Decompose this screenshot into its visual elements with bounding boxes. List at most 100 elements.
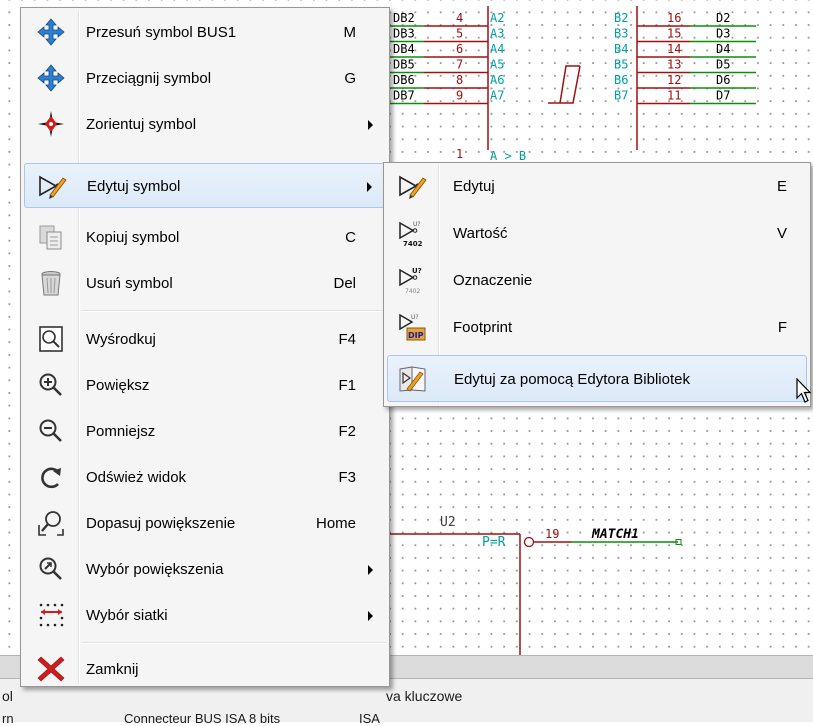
menu-item-label: Zamknij [86, 661, 139, 678]
submenu-arrow-icon [368, 120, 373, 130]
component-description[interactable]: Connecteur BUS ISA 8 bits [124, 711, 280, 726]
db-pin-number: 8 [456, 73, 463, 87]
menu-item-delete-symbol[interactable]: Usuń symbol Del [24, 261, 386, 306]
submenu-item-edit[interactable]: Edytuj E [387, 163, 807, 210]
svg-text:7402: 7402 [403, 240, 423, 248]
match-net-label: MATCH1 [591, 527, 639, 542]
svg-text:DIP: DIP [408, 331, 424, 340]
menu-item-close[interactable]: Zamknij [24, 647, 386, 692]
db-pin-number: 5 [456, 27, 463, 41]
db-pin-number: 6 [456, 42, 463, 56]
zoom-select-icon [36, 554, 66, 584]
menu-item-grid-select[interactable]: Wybór siatki [24, 593, 386, 638]
menu-item-shortcut: F2 [338, 423, 356, 440]
submenu-arrow-icon [367, 182, 372, 192]
menu-item-label: Kopiuj symbol [86, 229, 180, 246]
orient-compass-icon [36, 109, 66, 139]
menu-item-zoom-select[interactable]: Wybór powiększenia [24, 547, 386, 592]
menu-item-label: Usuń symbol [86, 275, 173, 292]
submenu-arrow-icon [368, 611, 373, 621]
submenu-item-label: Edytuj [453, 178, 495, 195]
d-net-label: D6 [716, 73, 730, 87]
submenu-item-label: Edytuj za pomocą Edytora Bibliotek [454, 371, 690, 388]
submenu-item-value[interactable]: U? 7402 Wartość V [387, 210, 807, 257]
drag-arrows-icon [36, 63, 66, 93]
menu-item-label: Edytuj symbol [87, 178, 181, 195]
menu-item-label: Zorientuj symbol [86, 116, 197, 133]
edit-symbol-submenu: Edytuj E U? 7402 Wartość V U? 7402 Oznacze… [383, 162, 811, 407]
menu-item-label: Przeciągnij symbol [86, 70, 212, 87]
db-pin-label: DB5 [393, 58, 415, 72]
d-pin-number: 16 [667, 11, 681, 25]
d-net-label: D5 [716, 58, 730, 72]
db-pin-label: DB3 [393, 27, 415, 41]
menu-item-drag-symbol[interactable]: Przeciągnij symbol G [24, 56, 386, 101]
menu-item-edit-symbol[interactable]: Edytuj symbol [24, 163, 386, 208]
menu-item-copy-symbol[interactable]: Kopiuj symbol C [24, 215, 386, 260]
grid-select-icon [36, 600, 66, 630]
menu-item-shortcut: F3 [338, 469, 356, 486]
db-pin-label: DB6 [393, 73, 415, 87]
refresh-icon [36, 462, 66, 492]
menu-item-label: Wybór powiększenia [86, 561, 224, 578]
submenu-item-reference[interactable]: U? 7402 Oznaczenie [387, 257, 807, 304]
u2-pin-number: 19 [545, 527, 559, 541]
submenu-arrow-icon [368, 565, 373, 575]
submenu-item-shortcut: E [776, 178, 787, 195]
value-7402-icon: U? 7402 [397, 218, 427, 248]
menu-item-shortcut: Del [333, 275, 356, 292]
submenu-item-label: Wartość [453, 225, 508, 242]
footprint-dip-icon: U? DIP [397, 312, 427, 342]
svg-text:U?: U? [413, 221, 421, 228]
u2-pin-label: P=R [482, 535, 506, 550]
d-net-label: D2 [716, 11, 730, 25]
u2-reference: U2 [440, 515, 456, 530]
d-pin-number: 14 [667, 42, 681, 56]
d-pin-number: 13 [667, 58, 681, 72]
component-code[interactable]: ISA [359, 711, 380, 726]
submenu-item-label: Footprint [453, 319, 513, 336]
d-pin-number: 12 [667, 73, 681, 87]
a-pin-label: A6 [490, 73, 504, 87]
d-net-label: D7 [716, 89, 730, 103]
menu-item-move-symbol[interactable]: Przesuń symbol BUS1 M [24, 10, 386, 55]
a-pin-label: A5 [490, 58, 504, 72]
reference-7402-icon: U? 7402 [397, 265, 427, 295]
d-net-label: D4 [716, 42, 730, 56]
left-fragment-2: rn [2, 711, 14, 726]
submenu-item-footprint[interactable]: U? DIP Footprint F [387, 304, 807, 351]
keywords-label: va kluczowe [386, 688, 463, 704]
left-fragment-1: ol [2, 688, 13, 704]
a-pin-label: A2 [490, 11, 504, 25]
library-editor-icon [398, 364, 428, 394]
menu-item-label: Odśwież widok [86, 469, 187, 486]
d-net-label: D3 [716, 27, 730, 41]
menu-item-zoom-fit[interactable]: Dopasuj powiększenie Home [24, 501, 386, 546]
submenu-item-shortcut: F [777, 319, 787, 336]
a-pin-label: A4 [490, 42, 504, 56]
zoom-fit-icon [36, 508, 66, 538]
menu-item-shortcut: F1 [338, 377, 356, 394]
copy-icon [36, 222, 66, 252]
b-pin-label: B3 [614, 27, 628, 41]
edit-symbol-pencil-icon [37, 171, 67, 201]
menu-item-zoom-in[interactable]: Powiększ F1 [24, 363, 386, 408]
menu-item-refresh-view[interactable]: Odśwież widok F3 [24, 455, 386, 500]
b-pin-label: B2 [614, 11, 628, 25]
menu-separator [81, 310, 386, 312]
menu-item-label: Wybór siatki [86, 607, 168, 624]
menu-item-shortcut: F4 [338, 331, 356, 348]
d-pin-number: 11 [667, 89, 681, 103]
b-pin-label: B7 [614, 89, 628, 103]
b-pin-label: B4 [614, 42, 628, 56]
zoom-center-icon [36, 324, 66, 354]
menu-item-shortcut: M [343, 24, 357, 41]
menu-item-center-view[interactable]: Wyśrodkuj F4 [24, 317, 386, 362]
menu-item-zoom-out[interactable]: Pomniejsz F2 [24, 409, 386, 454]
db-pin-number: 9 [456, 89, 463, 103]
db-pin-label: DB7 [393, 89, 415, 103]
submenu-item-edit-with-library-editor[interactable]: Edytuj za pomocą Edytora Bibliotek [387, 355, 807, 402]
menu-item-orient-symbol[interactable]: Zorientuj symbol [24, 102, 386, 147]
b-pin-label: B6 [614, 73, 628, 87]
menu-item-label: Pomniejsz [86, 423, 156, 440]
